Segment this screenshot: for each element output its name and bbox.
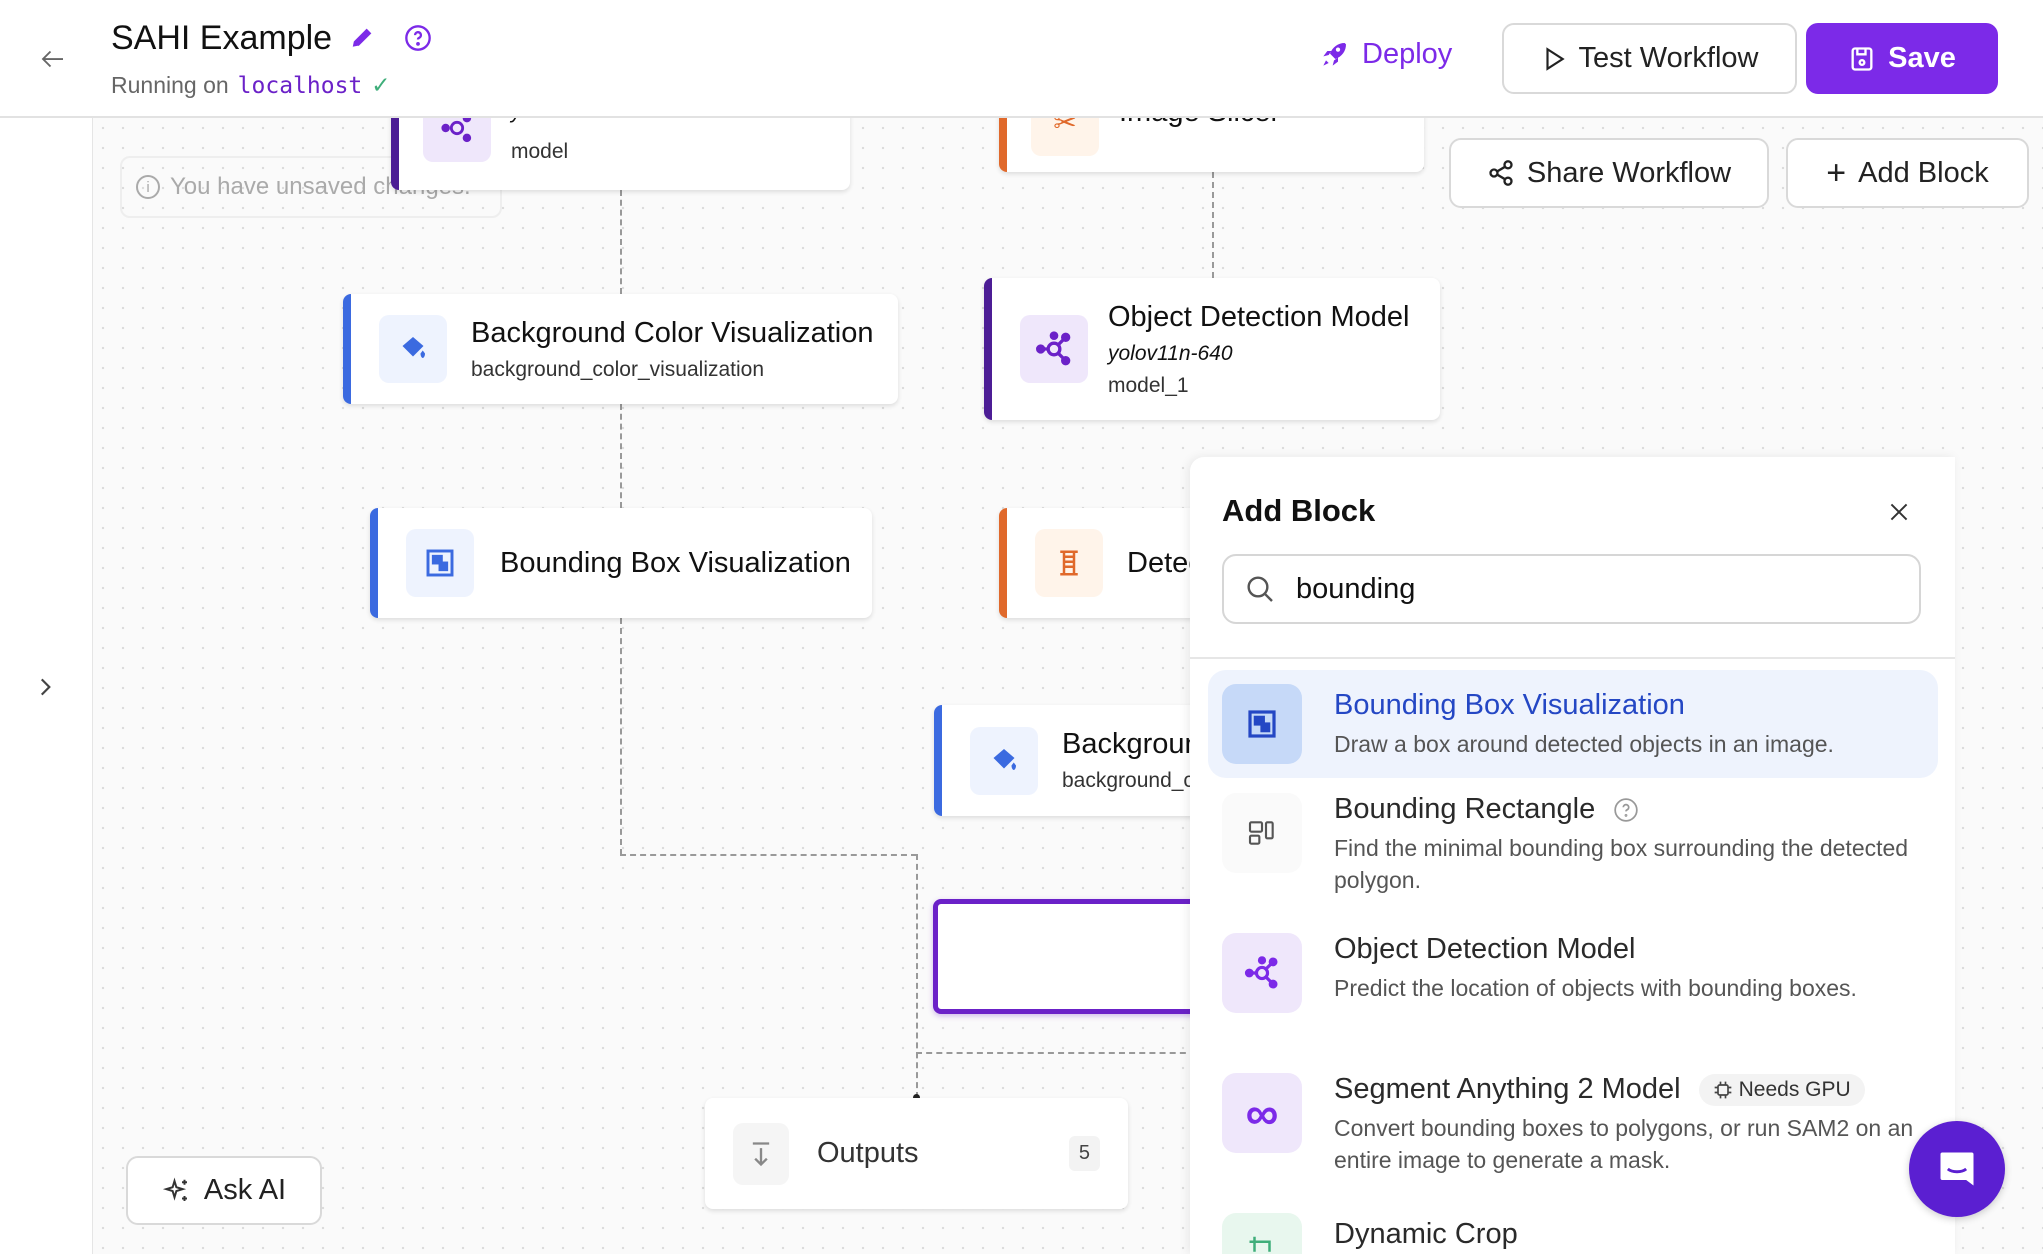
bounding-box-icon [406, 529, 474, 597]
edge [620, 404, 622, 508]
edge [620, 854, 917, 856]
bounding-rectangle-icon [1222, 793, 1302, 873]
divider [1190, 657, 1955, 659]
close-icon[interactable] [1886, 499, 1912, 530]
ask-ai-button[interactable]: Ask AI [126, 1156, 322, 1225]
node-model-version: yolov11n-640 [1108, 341, 1233, 365]
plus-icon: + [1826, 154, 1847, 192]
node-id: model_1 [1108, 373, 1189, 397]
result-bounding-box-visualization[interactable]: Bounding Box Visualization Draw a box ar… [1208, 670, 1938, 778]
ask-ai-label: Ask AI [203, 1174, 287, 1206]
result-description: Convert bounding boxes to polygons, or r… [1334, 1115, 1914, 1173]
pencil-icon[interactable] [348, 24, 376, 57]
result-object-detection-model[interactable]: Object Detection Model Predict the locat… [1208, 933, 1938, 1053]
object-detection-icon [1020, 315, 1088, 383]
new-block-placeholder[interactable] [933, 899, 1233, 1014]
node-title: Background Color Visualization [471, 316, 874, 349]
edge [916, 854, 918, 1098]
sparkles-icon [162, 1177, 187, 1201]
chat-icon [1940, 1152, 1974, 1186]
crop-icon [1222, 1213, 1302, 1254]
result-description: Draw a box around detected objects in an… [1334, 730, 1834, 757]
node-title: Bounding Box Visualization [500, 546, 851, 579]
host-name: localhost [237, 72, 363, 99]
save-button[interactable]: Save [1806, 23, 1998, 94]
needs-gpu-badge: Needs GPU [1698, 1073, 1865, 1106]
help-icon[interactable] [1613, 797, 1639, 823]
share-workflow-button[interactable]: Share Workflow [1449, 138, 1769, 208]
node-model-id: model [511, 140, 569, 163]
deploy-label: Deploy [1362, 38, 1453, 70]
result-title: Object Detection Model [1334, 933, 1636, 965]
expand-sidebar-chevron-icon[interactable] [32, 672, 58, 707]
test-workflow-button[interactable]: Test Workflow [1502, 23, 1797, 94]
share-icon [1489, 160, 1513, 186]
search-value: bounding [1296, 572, 1416, 605]
node-outputs[interactable]: Outputs 5 [705, 1098, 1128, 1209]
detections-filter-icon [1035, 529, 1103, 597]
node-title: Object Detection Model [1108, 300, 1410, 333]
result-bounding-rectangle[interactable]: Bounding Rectangle Find the minimal boun… [1208, 793, 1938, 913]
meta-infinity-icon: ∞ [1222, 1073, 1302, 1153]
node-id: background_color_visualization [471, 357, 765, 381]
collapsed-sidebar [0, 118, 93, 1254]
help-icon[interactable] [404, 24, 432, 57]
save-icon [1851, 46, 1873, 71]
header: SAHI Example Running on localhost ✓ Depl… [0, 0, 2043, 118]
outputs-arrow-icon [733, 1122, 789, 1185]
workflow-title: SAHI Example [111, 19, 333, 57]
chip-icon [1714, 1081, 1731, 1098]
add-block-button[interactable]: + Add Block [1786, 138, 2029, 208]
result-description: Find the minimal bounding box surroundin… [1334, 835, 1909, 893]
paint-bucket-icon [379, 315, 447, 383]
object-detection-icon [1222, 933, 1302, 1013]
result-segment-anything-2-model[interactable]: ∞ Segment Anything 2 Model Needs GPU Con… [1208, 1073, 1938, 1193]
badge-label: Needs GPU [1738, 1077, 1851, 1101]
search-icon [1247, 576, 1273, 602]
running-status: Running on localhost ✓ [111, 72, 391, 99]
result-title: Segment Anything 2 Model [1334, 1073, 1681, 1105]
search-input[interactable]: bounding [1222, 554, 1921, 624]
result-dynamic-crop[interactable]: Dynamic Crop [1208, 1213, 1938, 1254]
node-bounding-box-visualization[interactable]: Bounding Box Visualization [370, 508, 872, 618]
share-workflow-label: Share Workflow [1526, 156, 1732, 189]
result-title: Bounding Rectangle [1334, 793, 1596, 825]
save-label: Save [1888, 42, 1956, 74]
rocket-icon [1323, 42, 1346, 66]
running-prefix: Running on [111, 72, 229, 98]
check-icon: ✓ [371, 72, 391, 98]
paint-bucket-icon [970, 726, 1038, 795]
node-background-color-visualization[interactable]: Background Color Visualization backgroun… [343, 294, 898, 404]
result-description: Predict the location of objects with bou… [1334, 975, 1857, 1001]
node-object-detection-model[interactable]: Object Detection Model yolov11n-640 mode… [984, 278, 1440, 420]
deploy-button[interactable]: Deploy [1318, 38, 1452, 71]
panel-title: Add Block [1222, 493, 1376, 528]
test-workflow-label: Test Workflow [1578, 42, 1759, 74]
result-title: Bounding Box Visualization [1334, 688, 1685, 721]
outputs-label: Outputs [817, 1137, 919, 1169]
back-arrow-icon[interactable] [38, 44, 68, 74]
outputs-count-badge: 5 [1068, 1136, 1100, 1171]
edge [620, 618, 622, 855]
edge [620, 190, 622, 294]
add-block-label: Add Block [1858, 156, 1989, 189]
result-title: Dynamic Crop [1334, 1218, 1518, 1250]
bounding-box-icon [1222, 684, 1302, 764]
add-block-panel: Add Block bounding Bounding Box Visualiz… [1190, 457, 1955, 1254]
edge [916, 1052, 1196, 1054]
chat-support-button[interactable] [1909, 1121, 2005, 1217]
play-icon [1545, 46, 1565, 71]
info-icon: i [136, 175, 160, 199]
edge [1212, 172, 1214, 278]
